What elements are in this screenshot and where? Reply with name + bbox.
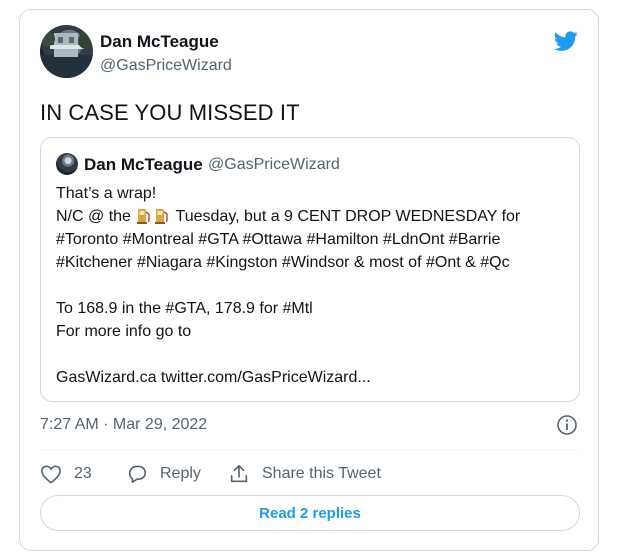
reply-button[interactable]: Reply <box>126 462 201 486</box>
quoted-text-line: That’s a wrap! <box>56 185 157 202</box>
reply-icon <box>126 463 148 485</box>
info-icon[interactable] <box>556 414 578 436</box>
tweet-card: Dan McTeague @GasPriceWizard IN CASE YOU… <box>19 9 599 551</box>
quoted-hashtag-line: #Kitchener #Niagara #Kingston #Windsor &… <box>56 254 510 271</box>
share-label: Share this Tweet <box>262 465 381 482</box>
quoted-text-line-with-emoji: N/C @ the Tuesday, but a 9 CENT DROP WED… <box>56 205 520 228</box>
quoted-author-name: Dan McTeague <box>84 155 203 174</box>
fuel-pump-icon <box>137 207 151 224</box>
like-count: 23 <box>74 465 92 482</box>
author-avatar[interactable] <box>40 25 93 78</box>
share-button[interactable]: Share this Tweet <box>228 462 381 486</box>
author-name[interactable]: Dan McTeague <box>100 32 219 52</box>
read-replies-label: Read 2 replies <box>259 504 361 522</box>
reply-label: Reply <box>160 465 201 482</box>
like-button[interactable]: 23 <box>40 462 92 486</box>
quoted-author-handle: @GasPriceWizard <box>208 156 340 173</box>
quoted-text-line: To 168.9 in the #GTA, 178.9 for #Mtl <box>56 300 313 317</box>
heart-icon <box>40 464 62 484</box>
quoted-link-line: GasWizard.ca twitter.com/GasPriceWizard.… <box>56 369 371 386</box>
read-replies-button[interactable]: Read 2 replies <box>40 495 580 531</box>
quoted-hashtag-line: #Toronto #Montreal #GTA #Ottawa #Hamilto… <box>56 231 501 248</box>
twitter-bird-icon[interactable] <box>552 29 580 53</box>
author-handle[interactable]: @GasPriceWizard <box>100 57 232 75</box>
share-icon <box>228 463 250 485</box>
quoted-text-fragment: Tuesday, but a 9 CENT DROP WEDNESDAY for <box>175 208 521 225</box>
quoted-text-fragment: N/C @ the <box>56 208 131 225</box>
tweet-text: IN CASE YOU MISSED IT <box>40 100 300 125</box>
quoted-text-line: For more info go to <box>56 323 192 340</box>
fuel-pump-icon <box>155 207 169 224</box>
tweet-timestamp[interactable]: 7:27 AM · Mar 29, 2022 <box>40 416 207 434</box>
quoted-author-avatar <box>56 153 78 175</box>
quoted-tweet[interactable]: Dan McTeague @GasPriceWizard That’s a wr… <box>40 137 580 402</box>
divider <box>40 449 578 450</box>
